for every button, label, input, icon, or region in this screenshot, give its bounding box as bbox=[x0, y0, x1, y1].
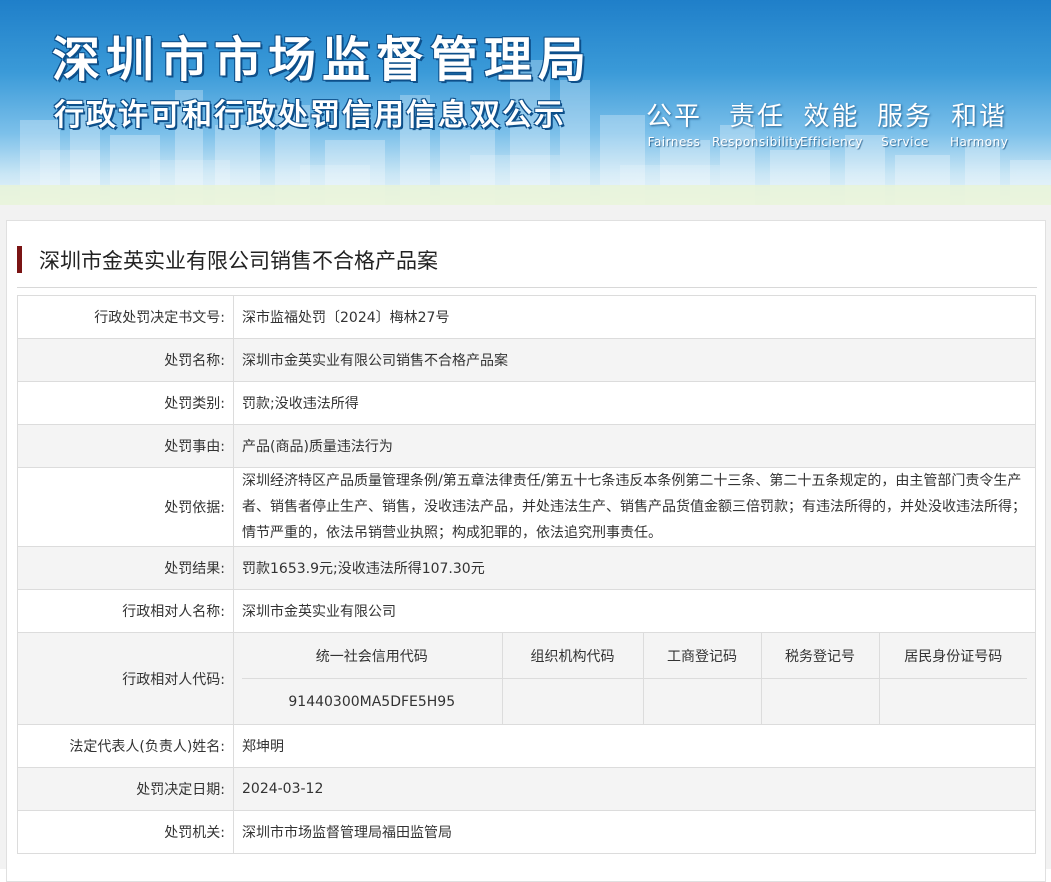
codes-header-row: 统一社会信用代码 组织机构代码 工商登记码 税务登记号 居民身份证号码 bbox=[242, 633, 1027, 679]
row-label: 行政相对人代码: bbox=[17, 632, 234, 725]
row-label: 处罚类别: bbox=[17, 381, 234, 425]
slogan-zh: 公平 bbox=[646, 102, 703, 132]
row-value: 2024-03-12 bbox=[233, 767, 1036, 811]
codes-header: 居民身份证号码 bbox=[878, 633, 1027, 679]
row-value: 罚款1653.9元;没收违法所得107.30元 bbox=[233, 546, 1036, 590]
codes-header: 组织机构代码 bbox=[501, 633, 644, 679]
slogan-zh: 责任 bbox=[729, 102, 786, 132]
row-label: 处罚机关: bbox=[17, 810, 234, 854]
slogan-en: Fairness bbox=[647, 135, 701, 149]
slogan-en: Efficiency bbox=[800, 135, 863, 149]
case-title-header: 深圳市金英实业有限公司销售不合格产品案 bbox=[17, 243, 1037, 288]
table-row: 处罚机关: 深圳市市场监督管理局福田监管局 bbox=[17, 810, 1036, 854]
banner-subtitle: 行政许可和行政处罚信用信息双公示 bbox=[54, 98, 566, 133]
codes-table: 统一社会信用代码 组织机构代码 工商登记码 税务登记号 居民身份证号码 9144… bbox=[242, 633, 1027, 724]
row-value: 深圳市金英实业有限公司销售不合格产品案 bbox=[233, 338, 1036, 382]
row-value: 深圳经济特区产品质量管理条例/第五章法律责任/第五十七条违反本条例第二十三条、第… bbox=[233, 467, 1036, 547]
slogan-en: Harmony bbox=[950, 135, 1009, 149]
agency-name-title: 深圳市市场监督管理局 bbox=[52, 32, 593, 88]
slogan-service: 服务 Service bbox=[877, 96, 933, 149]
content-area: 深圳市金英实业有限公司销售不合格产品案 行政处罚决定书文号: 深市监福处罚〔20… bbox=[0, 205, 1051, 882]
row-value: 郑坤明 bbox=[233, 724, 1036, 768]
table-row: 处罚决定日期: 2024-03-12 bbox=[17, 767, 1036, 811]
case-title: 深圳市金英实业有限公司销售不合格产品案 bbox=[39, 249, 438, 273]
row-value: 罚款;没收违法所得 bbox=[233, 381, 1036, 425]
codes-cell: 统一社会信用代码 组织机构代码 工商登记码 税务登记号 居民身份证号码 9144… bbox=[233, 632, 1036, 725]
case-detail-table: 行政处罚决定书文号: 深市监福处罚〔2024〕梅林27号 处罚名称: 深圳市金英… bbox=[17, 295, 1036, 854]
table-row: 处罚类别: 罚款;没收违法所得 bbox=[17, 381, 1036, 425]
row-value: 产品(商品)质量违法行为 bbox=[233, 424, 1036, 468]
codes-value-row: 91440300MA5DFE5H95 bbox=[242, 678, 1027, 724]
row-label: 处罚依据: bbox=[17, 467, 234, 547]
table-row: 处罚事由: 产品(商品)质量违法行为 bbox=[17, 424, 1036, 468]
header-banner: 深圳市市场监督管理局 行政许可和行政处罚信用信息双公示 公平 Fairness … bbox=[0, 0, 1051, 205]
slogan-responsibility: 责任 Responsibility bbox=[712, 96, 802, 149]
row-value: 深圳市金英实业有限公司 bbox=[233, 589, 1036, 633]
table-row: 法定代表人(负责人)姓名: 郑坤明 bbox=[17, 724, 1036, 768]
slogan-zh: 服务 bbox=[877, 102, 934, 132]
codes-value bbox=[501, 678, 644, 724]
table-row: 处罚结果: 罚款1653.9元;没收违法所得107.30元 bbox=[17, 546, 1036, 590]
table-row-codes: 行政相对人代码: 统一社会信用代码 组织机构代码 工商登记码 税务登记号 居民身… bbox=[17, 632, 1036, 725]
row-label: 法定代表人(负责人)姓名: bbox=[17, 724, 234, 768]
row-value: 深圳市市场监督管理局福田监管局 bbox=[233, 810, 1036, 854]
codes-value: 91440300MA5DFE5H95 bbox=[242, 678, 503, 724]
row-label: 处罚名称: bbox=[17, 338, 234, 382]
codes-value bbox=[760, 678, 880, 724]
slogan-en: Service bbox=[881, 135, 929, 149]
table-row: 行政相对人名称: 深圳市金英实业有限公司 bbox=[17, 589, 1036, 633]
row-label: 行政处罚决定书文号: bbox=[17, 295, 234, 339]
title-accent-bar bbox=[17, 246, 22, 273]
row-label: 处罚决定日期: bbox=[17, 767, 234, 811]
slogan-zh: 效能 bbox=[803, 102, 860, 132]
table-row: 行政处罚决定书文号: 深市监福处罚〔2024〕梅林27号 bbox=[17, 295, 1036, 339]
table-row: 处罚名称: 深圳市金英实业有限公司销售不合格产品案 bbox=[17, 338, 1036, 382]
slogan-zh: 和谐 bbox=[951, 102, 1008, 132]
row-value: 深市监福处罚〔2024〕梅林27号 bbox=[233, 295, 1036, 339]
case-detail-panel: 深圳市金英实业有限公司销售不合格产品案 行政处罚决定书文号: 深市监福处罚〔20… bbox=[6, 220, 1046, 882]
slogan-harmony: 和谐 Harmony bbox=[950, 96, 1008, 149]
codes-value bbox=[642, 678, 762, 724]
slogan-efficiency: 效能 Efficiency bbox=[800, 96, 863, 149]
slogan-fairness: 公平 Fairness bbox=[646, 96, 702, 149]
slogan-en: Responsibility bbox=[712, 135, 803, 149]
row-label: 处罚事由: bbox=[17, 424, 234, 468]
row-label: 处罚结果: bbox=[17, 546, 234, 590]
codes-header: 统一社会信用代码 bbox=[242, 633, 503, 679]
codes-header: 税务登记号 bbox=[760, 633, 880, 679]
codes-header: 工商登记码 bbox=[642, 633, 762, 679]
codes-value bbox=[878, 678, 1027, 724]
row-label: 行政相对人名称: bbox=[17, 589, 234, 633]
table-row: 处罚依据: 深圳经济特区产品质量管理条例/第五章法律责任/第五十七条违反本条例第… bbox=[17, 467, 1036, 547]
